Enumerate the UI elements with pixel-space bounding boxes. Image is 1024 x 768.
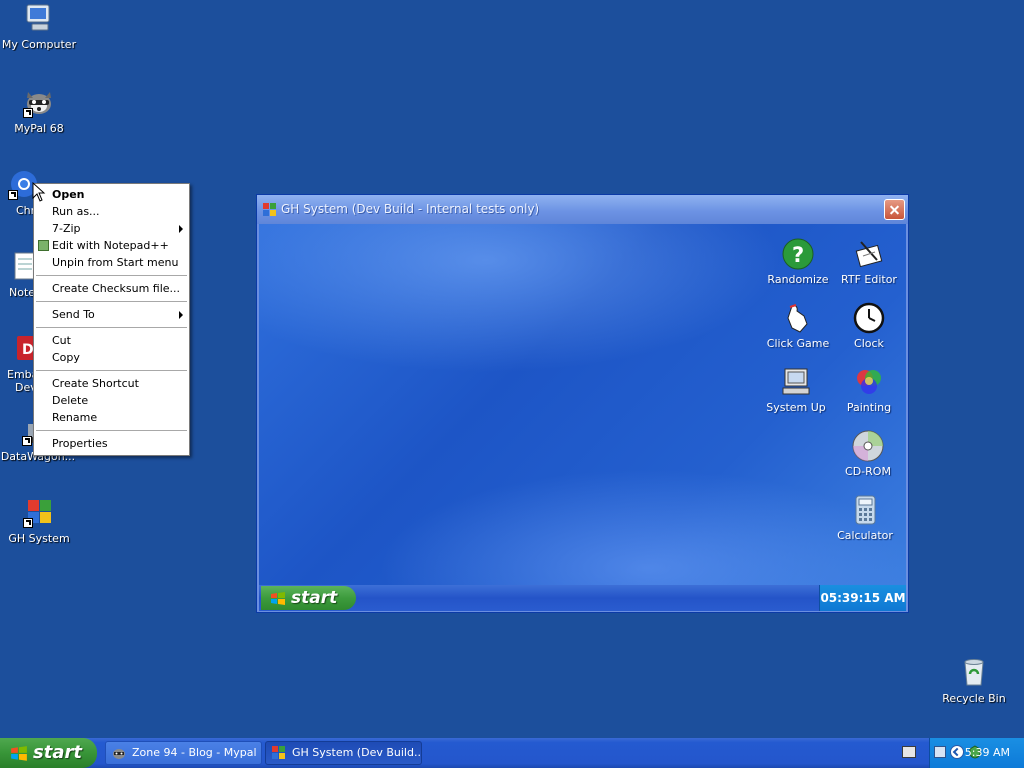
task-button-gh-system[interactable]: GH System (Dev Build...: [265, 741, 422, 765]
menu-separator: [36, 301, 187, 302]
svg-text:?: ?: [792, 243, 804, 267]
app-icon-label: Clock: [854, 337, 884, 350]
submenu-arrow-icon: [179, 311, 183, 319]
window-titlebar[interactable]: GH System (Dev Build - Internal tests on…: [257, 195, 908, 224]
desktop-icon-label: GH System: [8, 532, 70, 545]
shortcut-arrow-icon: [8, 190, 18, 200]
menu-item-rename[interactable]: Rename: [34, 409, 189, 426]
menu-item-cut[interactable]: Cut: [34, 332, 189, 349]
svg-text:D: D: [22, 342, 34, 358]
app-icon-clock[interactable]: Clock: [834, 302, 904, 350]
app-icon-label: Painting: [846, 401, 892, 414]
app-icon-rtf-editor[interactable]: RTF Editor: [834, 238, 904, 286]
taskbar: start Zone 94 - Blog - Mypal GH System (…: [0, 738, 1024, 768]
shortcut-arrow-icon: [23, 108, 33, 118]
app-icon-label: Randomize: [767, 273, 829, 286]
app-icon-cd-rom[interactable]: CD-ROM: [833, 430, 903, 478]
inner-clock: 05:39:15 AM: [819, 585, 906, 611]
keyboard-icon[interactable]: [902, 746, 916, 758]
mouse-cursor-icon: [32, 182, 46, 202]
menu-separator: [36, 370, 187, 371]
gh-system-icon: [23, 496, 55, 528]
desktop-icon-mypal[interactable]: MyPal 68: [1, 86, 77, 135]
inner-start-button[interactable]: start: [261, 586, 356, 610]
app-icon-label: RTF Editor: [841, 273, 897, 286]
desktop-icon-label: Recycle Bin: [942, 692, 1006, 705]
rtf-editor-icon: [853, 238, 885, 270]
desktop-icon-gh-system[interactable]: GH System: [1, 496, 77, 545]
shortcut-arrow-icon: [22, 436, 32, 446]
desktop-icon-label: My Computer: [1, 38, 77, 51]
menu-separator: [36, 327, 187, 328]
app-icon-painting[interactable]: Painting: [834, 366, 904, 414]
my-computer-icon: [23, 2, 55, 34]
menu-item-open[interactable]: Open: [34, 186, 189, 203]
close-button[interactable]: [884, 199, 905, 220]
taskbar-clock: 5:39 AM: [964, 746, 1010, 759]
task-button-mypal[interactable]: Zone 94 - Blog - Mypal: [105, 741, 262, 765]
menu-item-run-as[interactable]: Run as...: [34, 203, 189, 220]
menu-item-copy[interactable]: Copy: [34, 349, 189, 366]
click-game-icon: [782, 302, 814, 334]
app-icon-randomize[interactable]: ? Randomize: [763, 238, 833, 286]
cd-rom-icon: [852, 430, 884, 462]
app-icon-system-up[interactable]: System Up: [761, 366, 831, 414]
menu-item-delete[interactable]: Delete: [34, 392, 189, 409]
inner-taskbar: start 05:39:15 AM: [259, 585, 906, 611]
app-icon-click-game[interactable]: Click Game: [763, 302, 833, 350]
calculator-icon: [849, 494, 881, 526]
menu-separator: [36, 430, 187, 431]
app-icon-label: Calculator: [837, 529, 893, 542]
menu-item-7zip[interactable]: 7-Zip: [34, 220, 189, 237]
notepadpp-icon: [38, 240, 49, 251]
menu-separator: [36, 275, 187, 276]
mypal-task-icon: [113, 749, 125, 759]
desktop-icon-recycle-bin[interactable]: Recycle Bin: [936, 656, 1012, 705]
desktop-icon-label: MyPal 68: [14, 122, 64, 135]
menu-item-create-shortcut[interactable]: Create Shortcut: [34, 375, 189, 392]
app-icon-label: CD-ROM: [845, 465, 891, 478]
window-title: GH System (Dev Build - Internal tests on…: [281, 202, 540, 216]
recycle-bin-icon: [958, 656, 990, 688]
windows-flag-icon: [11, 746, 27, 761]
system-tray: 5:39 AM: [929, 738, 1024, 768]
clock-icon: [853, 302, 885, 334]
menu-item-send-to[interactable]: Send To: [34, 306, 189, 323]
question-mark-icon: ?: [782, 238, 814, 270]
app-icon-calculator[interactable]: Calculator: [830, 494, 900, 542]
windows-flag-icon: [271, 592, 285, 605]
color-wheel-icon: [853, 366, 885, 398]
mypal-raccoon-icon: [23, 86, 55, 118]
tray-expand-icon[interactable]: [950, 745, 964, 759]
window-client-area: ? Randomize RTF Editor Click Game Clock: [259, 224, 906, 586]
app-icon-label: Click Game: [766, 337, 830, 350]
computer-icon: [780, 366, 812, 398]
context-menu: Open Run as... 7-Zip Edit with Notepad++…: [33, 183, 190, 456]
gh-system-title-icon: [263, 203, 276, 216]
menu-item-unpin-start[interactable]: Unpin from Start menu: [34, 254, 189, 271]
menu-item-create-checksum[interactable]: Create Checksum file...: [34, 280, 189, 297]
gh-system-window: GH System (Dev Build - Internal tests on…: [256, 194, 909, 613]
gh-system-task-icon: [272, 746, 285, 759]
shortcut-arrow-icon: [23, 518, 33, 528]
app-icon-label: System Up: [766, 401, 826, 414]
menu-item-edit-notepadpp[interactable]: Edit with Notepad++: [34, 237, 189, 254]
tray-network-icon[interactable]: [934, 746, 946, 758]
desktop-icon-my-computer[interactable]: My Computer: [1, 2, 77, 51]
menu-item-properties[interactable]: Properties: [34, 435, 189, 452]
start-button[interactable]: start: [0, 738, 97, 768]
submenu-arrow-icon: [179, 225, 183, 233]
